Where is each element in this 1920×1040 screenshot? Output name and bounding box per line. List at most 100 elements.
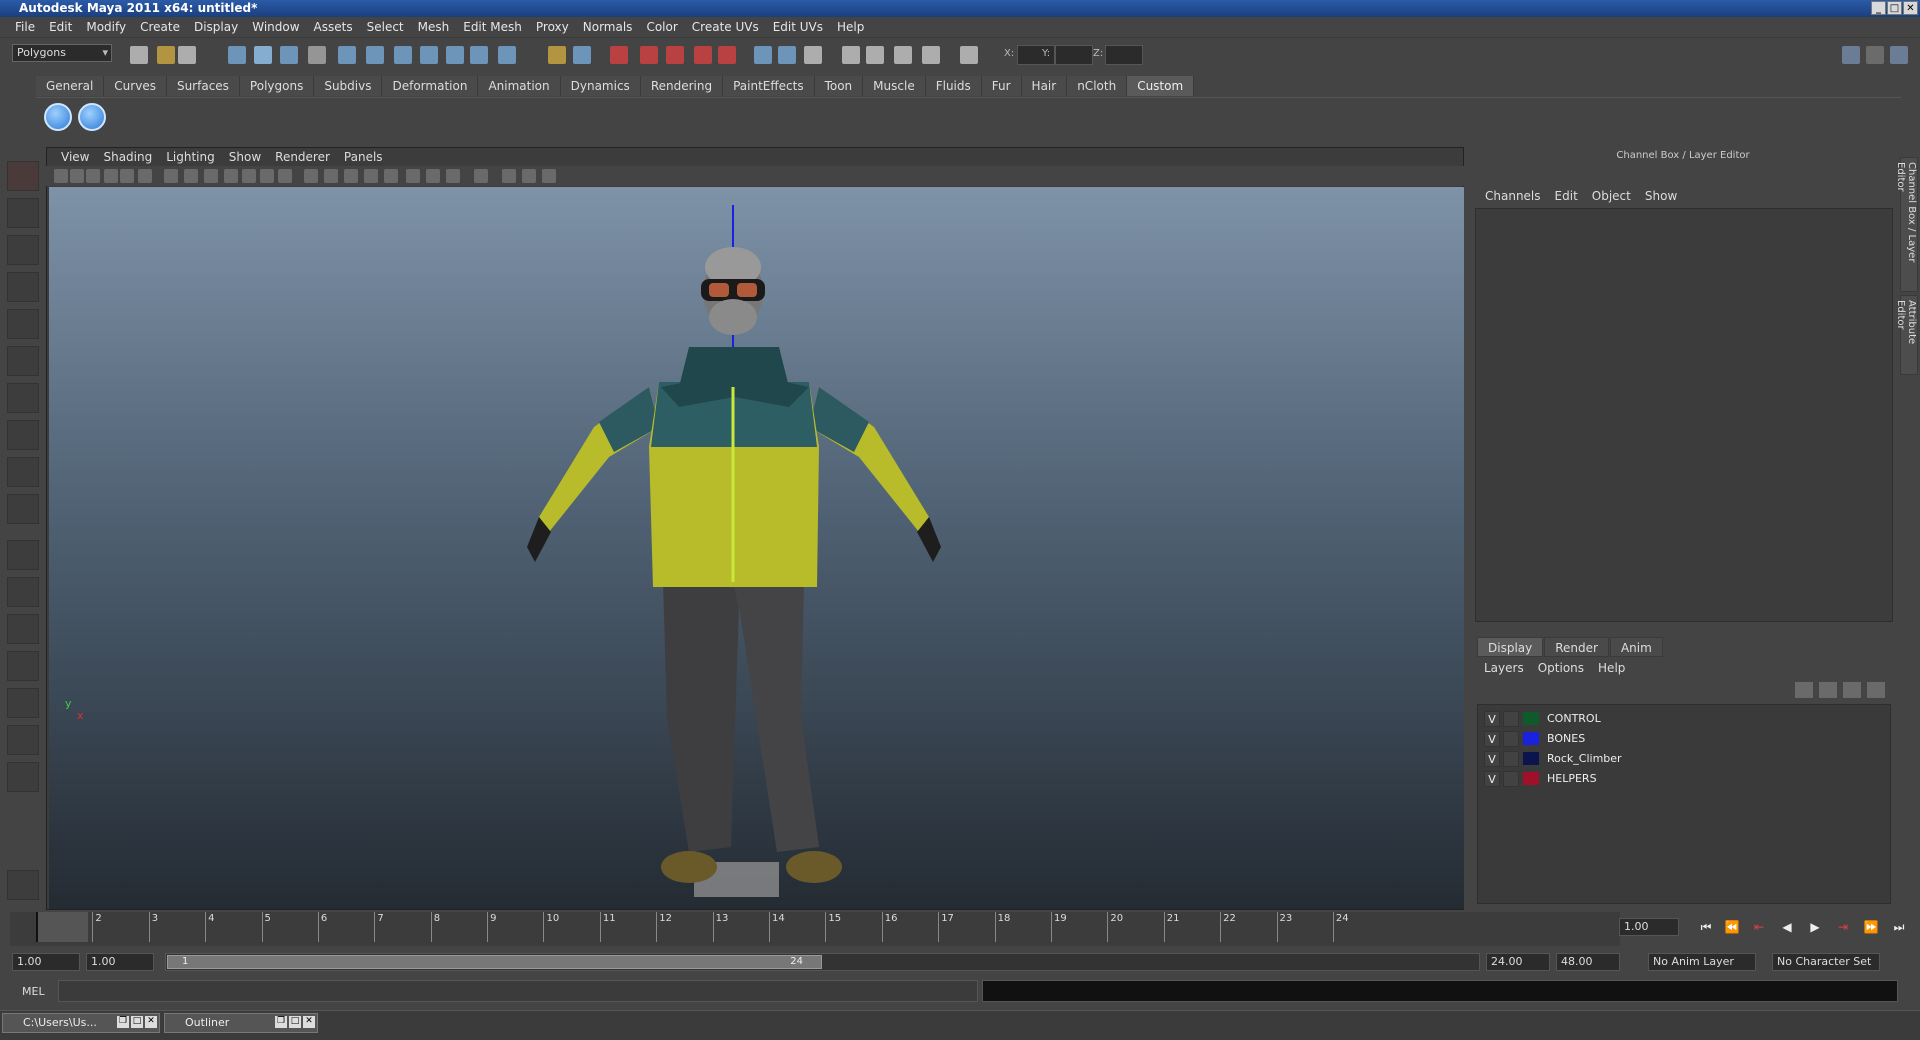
layer-row[interactable]: V Rock_Climber	[1478, 749, 1892, 768]
minimize-button[interactable]: _	[1871, 1, 1886, 15]
viewport-menu-panels[interactable]: Panels	[337, 148, 390, 166]
select-tool-icon[interactable]	[7, 161, 39, 191]
viewport-toolbar-icon[interactable]	[224, 169, 238, 183]
layer-menu-help[interactable]: Help	[1591, 658, 1632, 678]
viewport-menu-view[interactable]: View	[54, 148, 96, 166]
range-slider-handle[interactable]: 1 24	[167, 955, 822, 969]
minimized-window-explorer[interactable]: C:\Users\Us... ❐ □ ✕	[2, 1013, 160, 1033]
layer-visibility-toggle[interactable]: V	[1484, 750, 1500, 767]
layer-reference-toggle[interactable]	[1503, 750, 1519, 767]
shelf-tab-dynamics[interactable]: Dynamics	[560, 76, 641, 96]
layout-more-icon[interactable]	[7, 762, 39, 792]
status-tool-icon[interactable]	[394, 46, 412, 64]
status-tool-icon[interactable]	[694, 46, 712, 64]
move-tool-icon[interactable]	[7, 272, 39, 302]
menu-modify[interactable]: Modify	[79, 20, 133, 34]
status-tool-icon[interactable]	[280, 46, 298, 64]
menu-color[interactable]: Color	[639, 20, 684, 34]
viewport-toolbar-icon[interactable]	[446, 169, 460, 183]
channel-menu-channels[interactable]: Channels	[1478, 186, 1548, 206]
layer-option-icon-2[interactable]	[1819, 682, 1837, 698]
layer-reference-toggle[interactable]	[1503, 770, 1519, 787]
channel-menu-edit[interactable]: Edit	[1548, 186, 1585, 206]
viewport-toolbar-icon[interactable]	[204, 169, 218, 183]
status-tool-icon[interactable]	[960, 46, 978, 64]
step-forward-frame-icon[interactable]: ⇥	[1834, 920, 1852, 934]
menu-display[interactable]: Display	[187, 20, 245, 34]
status-tool-icon[interactable]	[157, 46, 175, 64]
layer-color-swatch[interactable]	[1523, 732, 1539, 745]
menu-edit-mesh[interactable]: Edit Mesh	[456, 20, 529, 34]
render-layout-icon[interactable]	[7, 725, 39, 755]
layer-color-swatch[interactable]	[1523, 752, 1539, 765]
status-tool-icon[interactable]	[446, 46, 464, 64]
viewport-toolbar-icon[interactable]	[86, 169, 100, 183]
layer-color-swatch[interactable]	[1523, 772, 1539, 785]
status-tool-icon[interactable]	[178, 46, 196, 64]
viewport-toolbar-icon[interactable]	[138, 169, 152, 183]
manipulator-tool-icon[interactable]	[7, 383, 39, 413]
viewport-toolbar-icon[interactable]	[522, 169, 536, 183]
viewport-toolbar-icon[interactable]	[502, 169, 516, 183]
restore-icon[interactable]: ❐	[275, 1016, 287, 1028]
four-view-layout-icon[interactable]	[7, 577, 39, 607]
viewport-toolbar-icon[interactable]	[184, 169, 198, 183]
shelf-tab-toon[interactable]: Toon	[814, 76, 864, 96]
menu-mesh[interactable]: Mesh	[411, 20, 457, 34]
menu-proxy[interactable]: Proxy	[529, 20, 576, 34]
perspective-viewport[interactable]: y x	[49, 187, 1464, 909]
layer-menu-layers[interactable]: Layers	[1477, 658, 1531, 678]
viewport-toolbar-icon[interactable]	[260, 169, 274, 183]
maximize-icon[interactable]: □	[289, 1016, 301, 1028]
minimized-window-outliner[interactable]: Outliner ❐ □ ✕	[164, 1013, 318, 1033]
maximize-button[interactable]: □	[1887, 1, 1902, 15]
status-tool-icon[interactable]	[228, 46, 246, 64]
maximize-icon[interactable]: □	[131, 1016, 143, 1028]
menu-edit-uvs[interactable]: Edit UVs	[766, 20, 830, 34]
hypershade-layout-icon[interactable]	[7, 688, 39, 718]
graph-layout-icon[interactable]	[7, 651, 39, 681]
viewport-menu-renderer[interactable]: Renderer	[268, 148, 337, 166]
rotate-tool-icon[interactable]	[7, 309, 39, 339]
y-field[interactable]	[1055, 45, 1093, 65]
menu-set-dropdown[interactable]: Polygons	[12, 44, 112, 62]
channel-box-tab[interactable]: Channel Box / Layer Editor	[1895, 157, 1918, 292]
menu-create-uvs[interactable]: Create UVs	[685, 20, 766, 34]
go-to-start-icon[interactable]: ⏮	[1697, 920, 1715, 934]
viewport-toolbar-icon[interactable]	[304, 169, 318, 183]
new-layer-icon[interactable]	[1843, 682, 1861, 698]
status-tool-icon[interactable]	[420, 46, 438, 64]
channel-menu-object[interactable]: Object	[1585, 186, 1638, 206]
menu-create[interactable]: Create	[133, 20, 187, 34]
shelf-tab-painteffects[interactable]: PaintEffects	[723, 76, 815, 96]
layer-tab-display[interactable]: Display	[1477, 637, 1544, 657]
shelf-tab-animation[interactable]: Animation	[478, 76, 561, 96]
status-tool-icon[interactable]	[922, 46, 940, 64]
shelf-tab-custom[interactable]: Custom	[1127, 76, 1195, 96]
single-perspective-layout-icon[interactable]	[7, 540, 39, 570]
shelf-tab-ncloth[interactable]: nCloth	[1067, 76, 1128, 96]
time-slider[interactable]: 123456789101112131415161718192021222324	[10, 912, 1620, 946]
animation-end-field[interactable]: 48.00	[1556, 953, 1620, 971]
viewport-menu-shading[interactable]: Shading	[96, 148, 159, 166]
status-tool-icon[interactable]	[308, 46, 326, 64]
status-tool-icon[interactable]	[573, 46, 591, 64]
layer-option-icon-1[interactable]	[1795, 682, 1813, 698]
viewport-menu-lighting[interactable]: Lighting	[159, 148, 222, 166]
status-tool-icon[interactable]	[778, 46, 796, 64]
layer-reference-toggle[interactable]	[1503, 710, 1519, 727]
close-button[interactable]: ✕	[1903, 1, 1918, 15]
viewport-toolbar-icon[interactable]	[278, 169, 292, 183]
viewport-toolbar-icon[interactable]	[54, 169, 68, 183]
new-layer-selected-icon[interactable]	[1867, 682, 1885, 698]
layer-row[interactable]: V CONTROL	[1478, 709, 1892, 728]
shelf-tab-subdivs[interactable]: Subdivs	[314, 76, 383, 96]
show-manipulator-icon[interactable]	[7, 457, 39, 487]
status-tool-icon[interactable]	[548, 46, 566, 64]
menu-assets[interactable]: Assets	[307, 20, 360, 34]
custom-shelf-button-2[interactable]	[78, 103, 106, 131]
status-tool-icon[interactable]	[754, 46, 772, 64]
step-forward-key-icon[interactable]: ⏩	[1862, 920, 1880, 934]
shelf-tab-surfaces[interactable]: Surfaces	[166, 76, 240, 96]
current-frame-marker[interactable]	[36, 912, 88, 942]
